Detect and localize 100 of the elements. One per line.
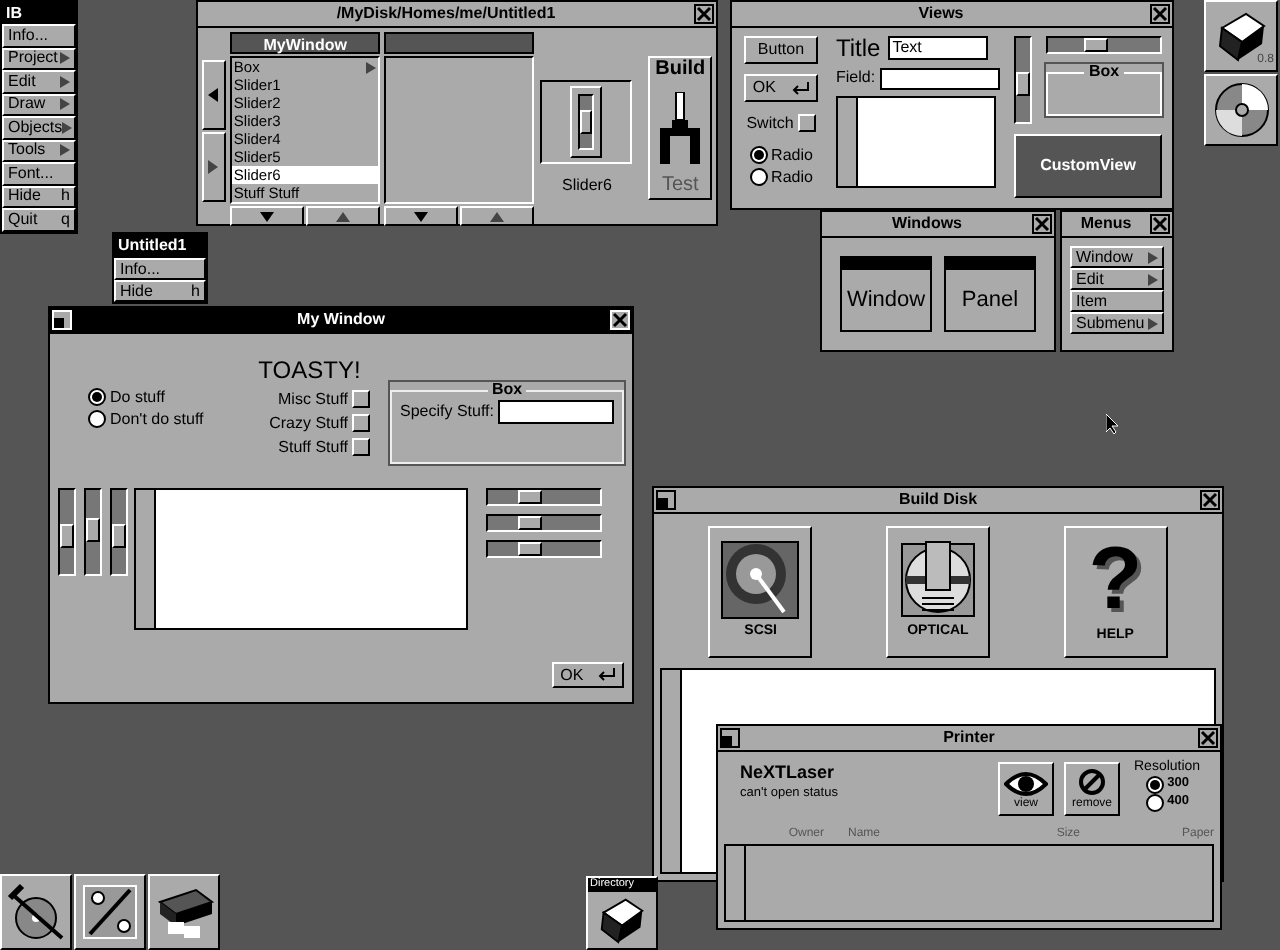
window-title: Build Disk	[896, 492, 980, 508]
menu-item[interactable]: Draw	[2, 93, 76, 116]
column-title: MyWindow	[229, 32, 381, 54]
slider[interactable]	[58, 488, 76, 576]
menu-item[interactable]: Info...	[2, 24, 76, 47]
checkbox[interactable]	[352, 438, 370, 456]
checkbox[interactable]	[352, 390, 370, 408]
radio-option[interactable]: Radio	[749, 146, 813, 164]
menu-item[interactable]: Info...	[114, 258, 206, 280]
radio-icon[interactable]	[749, 146, 768, 164]
radio-icon[interactable]	[1145, 794, 1164, 812]
slider[interactable]	[110, 488, 128, 576]
text-view[interactable]	[134, 488, 468, 630]
menu-item[interactable]: Edit	[1070, 268, 1164, 290]
menu-item[interactable]: Objects	[2, 116, 76, 139]
scroller[interactable]	[838, 98, 858, 186]
title-bar[interactable]: Windows	[822, 212, 1054, 238]
scroll-up-button[interactable]	[306, 206, 381, 226]
window-title: Menus	[1078, 216, 1134, 232]
switch-option[interactable]: Misc Stuff	[269, 390, 370, 408]
close-button[interactable]	[1198, 728, 1218, 748]
app-tile[interactable]	[148, 874, 220, 950]
switch-option[interactable]: Crazy Stuff	[269, 414, 370, 432]
close-button[interactable]	[1150, 4, 1170, 24]
menu-item[interactable]: Font...	[2, 162, 76, 185]
title-bar[interactable]: Menus	[1062, 212, 1172, 238]
slider-knob[interactable]	[518, 542, 543, 556]
slider-knob[interactable]	[1016, 71, 1030, 95]
title-bar[interactable]: My Window	[50, 308, 632, 334]
ok-button[interactable]: OK	[552, 662, 624, 688]
title-bar[interactable]: Views	[732, 2, 1172, 28]
disc-tool-icon	[6, 882, 66, 942]
window-template[interactable]: Window	[840, 256, 932, 332]
menu-item[interactable]: Edit	[2, 70, 76, 93]
close-button[interactable]	[1032, 214, 1052, 234]
radio-icon[interactable]	[88, 410, 106, 428]
close-button[interactable]	[694, 4, 714, 24]
scroll-left-button[interactable]	[202, 60, 226, 130]
scroller[interactable]	[662, 670, 682, 872]
scroll-up-button[interactable]	[459, 206, 534, 226]
slider[interactable]	[486, 540, 602, 558]
ok-button[interactable]: OK	[744, 74, 818, 102]
text-field[interactable]: Text	[888, 36, 989, 60]
up-arrow-icon	[489, 211, 504, 221]
close-button[interactable]	[610, 310, 630, 330]
app-tile[interactable]	[0, 874, 72, 950]
checkbox[interactable]	[797, 114, 816, 132]
build-test-button[interactable]: Build Test	[648, 56, 712, 200]
slider[interactable]	[1014, 36, 1032, 124]
scroll-list[interactable]	[836, 96, 996, 188]
close-button[interactable]	[1200, 490, 1220, 510]
inspector-label: Slider6	[562, 174, 612, 198]
slider[interactable]	[1046, 36, 1162, 54]
menu-item[interactable]: Submenu	[1070, 312, 1164, 334]
checkbox[interactable]	[352, 414, 370, 432]
window-title: Printer	[941, 730, 997, 746]
title-bar[interactable]: Build Disk	[654, 488, 1222, 514]
title-bar[interactable]: /MyDisk/Homes/me/Untitled1	[198, 2, 716, 28]
radio-icon[interactable]	[749, 168, 768, 186]
input-field[interactable]	[879, 67, 1000, 89]
radio-option[interactable]: Don't do stuff	[88, 410, 249, 428]
slider-knob[interactable]	[1083, 38, 1108, 52]
slider-knob[interactable]	[518, 490, 543, 504]
radio-icon[interactable]	[1145, 776, 1164, 794]
close-button[interactable]	[1150, 214, 1170, 234]
menu-item[interactable]: Hide h	[114, 280, 206, 302]
input-field[interactable]	[498, 400, 614, 424]
slider-knob[interactable]	[518, 516, 543, 530]
eye-icon	[1004, 772, 1048, 796]
switch-option[interactable]: Switch	[746, 114, 816, 132]
radio-icon[interactable]	[88, 388, 106, 406]
miniaturize-button[interactable]	[720, 728, 740, 748]
slider[interactable]	[486, 514, 602, 532]
slider-knob[interactable]	[86, 517, 100, 541]
slider-knob[interactable]	[112, 523, 126, 547]
slider[interactable]	[578, 94, 595, 150]
app-tile[interactable]	[74, 874, 146, 950]
menu-item[interactable]: Item	[1070, 290, 1164, 312]
menu-item[interactable]: Hide h	[2, 185, 76, 208]
switch-option[interactable]: Stuff Stuff	[269, 438, 370, 456]
menu-item[interactable]: Tools	[2, 139, 76, 162]
miniaturize-button[interactable]	[656, 490, 676, 510]
slider[interactable]	[486, 488, 602, 506]
scroll-down-button[interactable]	[384, 206, 458, 226]
slider-knob[interactable]	[580, 110, 593, 134]
button[interactable]: Button	[744, 36, 818, 64]
scroll-down-button[interactable]	[229, 206, 305, 226]
scroller[interactable]	[136, 490, 156, 628]
window-template[interactable]: Panel	[944, 256, 1036, 332]
radio-option[interactable]: Radio	[749, 168, 813, 186]
scroll-right-button[interactable]	[202, 132, 226, 202]
radio-option[interactable]: Do stuff	[88, 388, 249, 406]
slider-knob[interactable]	[60, 523, 74, 547]
slider[interactable]	[84, 488, 102, 576]
question-mark: ?	[1088, 536, 1143, 625]
dock-tile[interactable]	[1204, 74, 1278, 146]
menu-item[interactable]: Window	[1070, 246, 1164, 268]
menu-item[interactable]: Project	[2, 47, 76, 70]
menu-item[interactable]: Quit q	[2, 208, 76, 231]
title-bar[interactable]: Printer	[718, 726, 1220, 752]
